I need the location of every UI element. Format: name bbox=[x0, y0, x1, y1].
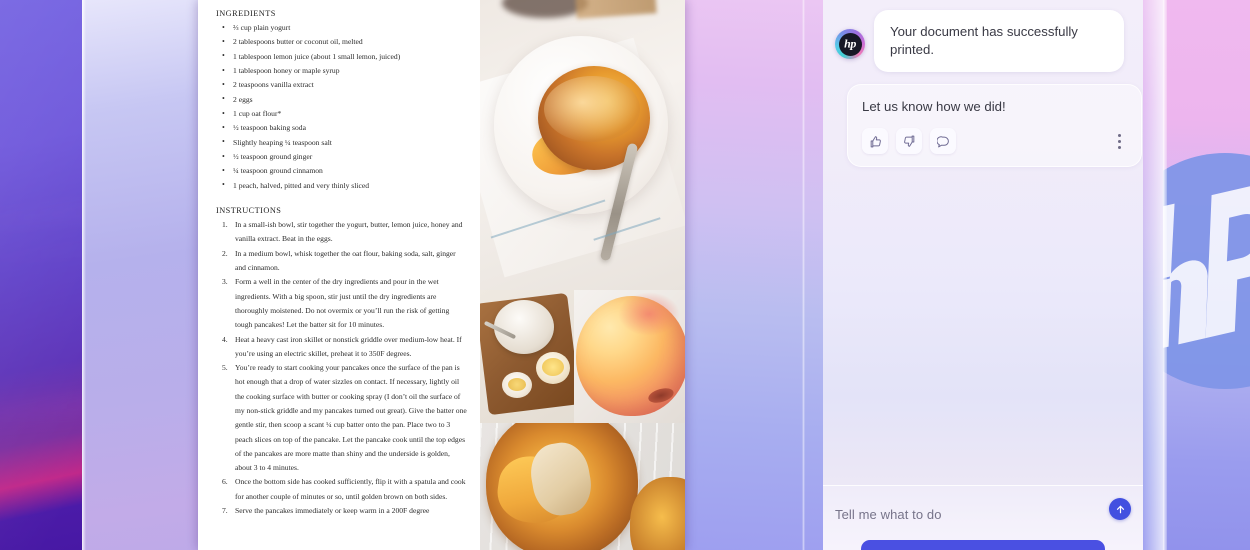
feedback-prompt: Let us know how we did! bbox=[862, 99, 1006, 114]
hp-watermark-strip bbox=[1163, 0, 1250, 550]
chat-input-placeholder[interactable]: Tell me what to do bbox=[835, 507, 942, 522]
more-options-icon[interactable] bbox=[1112, 130, 1127, 153]
document-text-column: INGREDIENTS ⅔ cup plain yogurt 2 tablesp… bbox=[198, 0, 480, 550]
ingredient-item: ½ teaspoon ground ginger bbox=[222, 150, 468, 165]
ingredient-item: 1 cup oat flour* bbox=[222, 107, 468, 122]
ingredient-item: 2 tablespoons butter or coconut oil, mel… bbox=[222, 35, 468, 50]
comment-bubble-icon[interactable] bbox=[930, 128, 956, 154]
thumbs-up-icon[interactable] bbox=[862, 128, 888, 154]
assistant-message-bubble: Your document has successfully printed. bbox=[874, 10, 1124, 72]
window-edge-glow bbox=[1143, 0, 1165, 550]
panel-divider bbox=[802, 0, 805, 550]
instruction-step: Once the bottom side has cooked sufficie… bbox=[222, 475, 466, 501]
send-arrow-icon[interactable] bbox=[1109, 498, 1131, 520]
ingredients-list: ⅔ cup plain yogurt 2 tablespoons butter … bbox=[222, 20, 468, 193]
thumbs-down-icon[interactable] bbox=[896, 128, 922, 154]
instructions-list: In a small-ish bowl, stir together the y… bbox=[222, 218, 468, 519]
instructions-heading: INSTRUCTIONS bbox=[216, 206, 282, 216]
whole-peach-photo bbox=[574, 290, 685, 423]
peach-pancake-closeup-photo bbox=[480, 423, 685, 550]
ingredient-item: ½ teaspoon baking soda bbox=[222, 121, 468, 136]
flour-bowl-with-whisk-photo bbox=[480, 290, 574, 423]
hp-assistant-panel: hp Your document has successfully printe… bbox=[823, 0, 1143, 550]
document-photo-row bbox=[480, 290, 685, 423]
hp-watermark-icon bbox=[1163, 153, 1250, 389]
ingredient-item: 1 tablespoon lemon juice (about 1 small … bbox=[222, 49, 468, 64]
ingredient-item: 2 teaspoons vanilla extract bbox=[222, 78, 468, 93]
assistant-message-row: hp Your document has successfully printe… bbox=[835, 10, 1131, 72]
hp-logo-icon: hp bbox=[835, 29, 865, 59]
instruction-step: Form a well in the center of the dry ing… bbox=[222, 275, 450, 330]
chat-composer-bar: Tell me what to do bbox=[823, 485, 1143, 550]
primary-action-pill[interactable] bbox=[861, 540, 1105, 550]
ingredient-item: 1 peach, halved, pitted and very thinly … bbox=[222, 178, 468, 193]
window-right-border bbox=[1163, 0, 1167, 550]
ingredient-item: Slightly heaping ¼ teaspoon salt bbox=[222, 135, 468, 150]
instruction-step: You’re ready to start cooking your panca… bbox=[222, 361, 467, 473]
chat-input-row[interactable]: Tell me what to do bbox=[835, 498, 1131, 528]
peach-pancakes-on-plate-photo bbox=[480, 0, 685, 290]
feedback-card: Let us know how we did! bbox=[847, 84, 1142, 167]
ingredient-item: 1 tablespoon honey or maple syrup bbox=[222, 64, 468, 79]
ingredient-item: ¼ teaspoon ground cinnamon bbox=[222, 164, 468, 179]
desktop-screen: INGREDIENTS ⅔ cup plain yogurt 2 tablesp… bbox=[0, 0, 1250, 550]
document-image-column bbox=[480, 0, 685, 550]
hp-logo-text: hp bbox=[844, 36, 856, 51]
ingredient-item: 2 eggs bbox=[222, 92, 468, 107]
document-preview-page[interactable]: INGREDIENTS ⅔ cup plain yogurt 2 tablesp… bbox=[198, 0, 685, 550]
instruction-step: In a small-ish bowl, stir together the y… bbox=[222, 218, 463, 244]
ingredients-heading: INGREDIENTS bbox=[216, 9, 276, 18]
chat-message-list[interactable]: hp Your document has successfully printe… bbox=[823, 0, 1143, 485]
ingredient-item: ⅔ cup plain yogurt bbox=[222, 20, 468, 35]
instruction-step: Serve the pancakes immediately or keep w… bbox=[222, 504, 430, 519]
instruction-step: Heat a heavy cast iron skillet or nonsti… bbox=[222, 333, 462, 358]
feedback-actions bbox=[862, 128, 1127, 154]
instruction-step: In a medium bowl, whisk together the oat… bbox=[222, 247, 456, 273]
